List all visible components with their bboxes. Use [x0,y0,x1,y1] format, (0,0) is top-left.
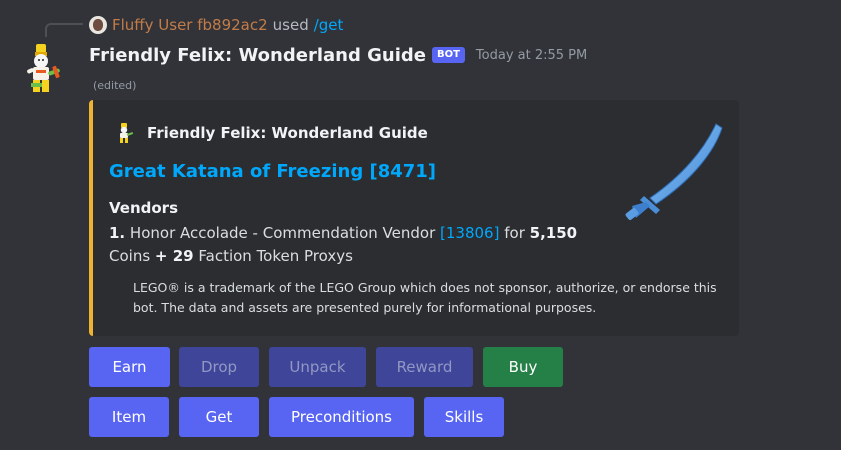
bot-author-icon [120,123,134,143]
embed-disclaimer: LEGO® is a trademark of the LEGO Group w… [133,280,717,315]
skills-button[interactable]: Skills [424,397,504,437]
reply-reference[interactable]: Fluffy User fb892ac2 used /get [89,15,343,35]
embed-author-name: Friendly Felix: Wonderland Guide [147,124,428,142]
bot-username[interactable]: Friendly Felix: Wonderland Guide [89,45,426,66]
message-timestamp[interactable]: Today at 2:55 PM [476,48,587,63]
preconditions-button[interactable]: Preconditions [269,397,414,437]
embed-author: Friendly Felix: Wonderland Guide [113,122,428,144]
field-vendors-heading: Vendors [109,199,179,217]
bot-avatar[interactable] [18,42,66,94]
buy-button[interactable]: Buy [483,347,563,387]
vendor-for-text: for [504,224,525,242]
earn-button[interactable]: Earn [89,347,170,387]
edited-label: (edited) [93,79,137,92]
reply-command[interactable]: /get [314,16,344,34]
item-id[interactable]: [8471] [369,161,436,182]
field-vendors-value: 1. Honor Accolade - Commendation Vendor … [109,222,589,268]
katana-icon[interactable] [616,118,724,226]
vendor-coins-amount: 5,150 [529,224,578,242]
vendor-id-link[interactable]: [13806] [440,224,499,242]
unpack-button[interactable]: Unpack [269,347,366,387]
get-button[interactable]: Get [179,397,259,437]
vendor-extra-label: Faction Token Proxys [198,247,353,265]
item-button[interactable]: Item [89,397,169,437]
embed-card: Friendly Felix: Wonderland Guide Great K… [89,100,739,336]
vendor-extra-amount: + 29 [154,247,194,265]
reply-connector [45,23,83,37]
reply-username[interactable]: Fluffy User fb892ac2 [112,16,268,34]
drop-button[interactable]: Drop [179,347,259,387]
vendor-index: 1. [109,224,126,242]
reply-used-text: used [272,16,309,34]
vendor-name: Honor Accolade - Commendation Vendor [129,224,436,242]
vendor-coins-label: Coins [109,247,151,265]
reward-button[interactable]: Reward [376,347,473,387]
reply-user-avatar[interactable] [89,16,107,34]
message-header: Friendly Felix: Wonderland Guide BOT Tod… [89,43,587,67]
embed-title-link[interactable]: Great Katana of Freezing [8471] [109,161,436,182]
item-name[interactable]: Great Katana of Freezing [109,161,363,182]
bot-tag-badge: BOT [431,47,465,63]
